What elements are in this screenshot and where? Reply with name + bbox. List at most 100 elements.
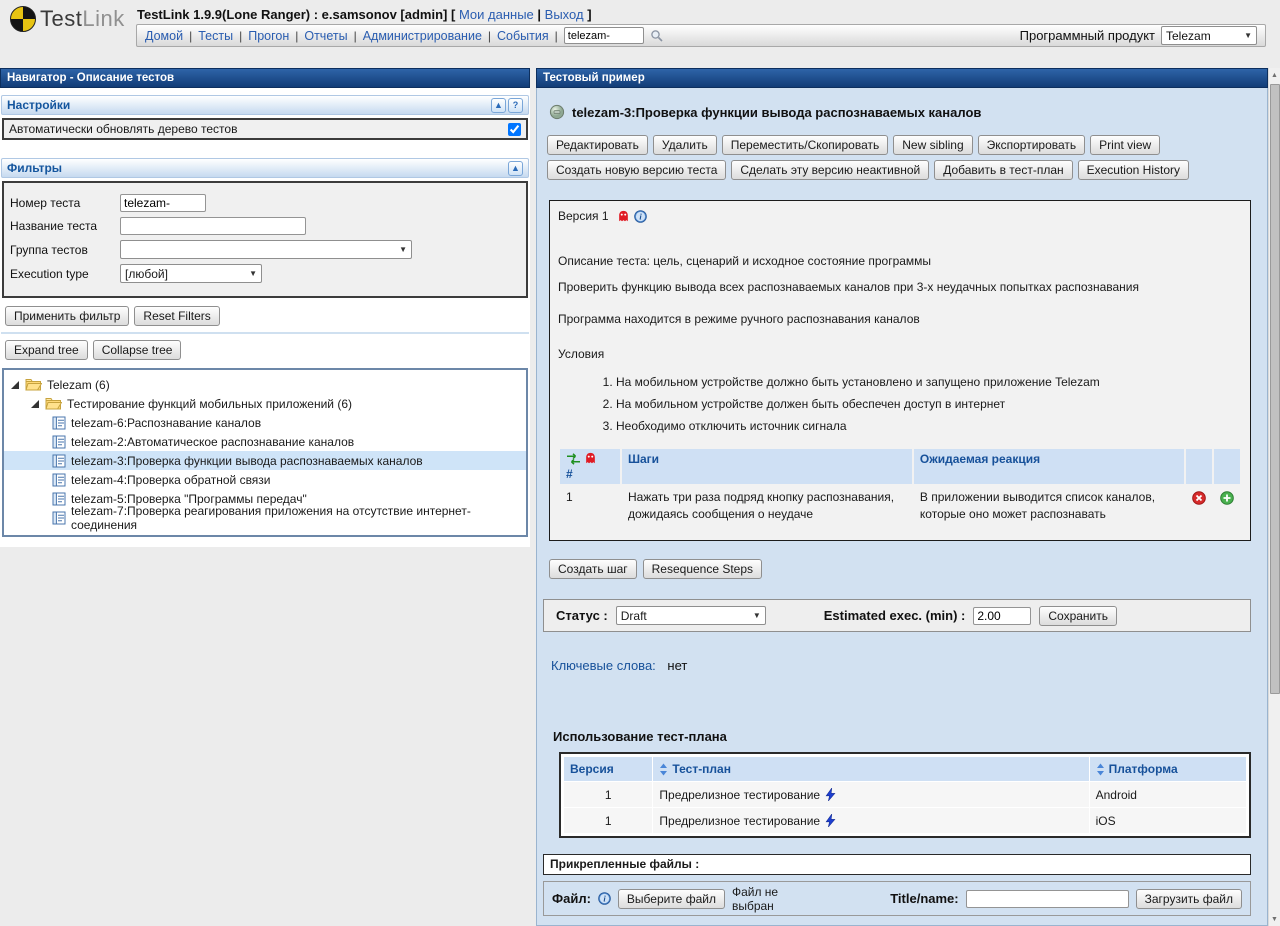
steps-col-steps-header: Шаги — [621, 449, 912, 484]
preconditions-heading: Условия — [558, 347, 605, 361]
execute-bolt-icon[interactable] — [825, 788, 836, 801]
main-navbar: Домой | Тесты | Прогон | Отчеты | Администри… — [136, 24, 1266, 47]
tree-node-testcase[interactable]: telezam-6:Распознавание каналов — [4, 413, 526, 432]
delete-step-icon[interactable] — [1192, 491, 1206, 505]
precondition-item: Необходимо отключить источник сигнала — [616, 415, 1242, 437]
testlink-logo: TestLink — [10, 6, 125, 32]
ghost-icon[interactable] — [617, 210, 630, 223]
nav-home[interactable]: Домой — [145, 29, 183, 43]
auto-update-checkbox[interactable] — [508, 122, 521, 136]
status-select[interactable]: Draft ▼ — [615, 606, 766, 625]
scroll-down-icon[interactable]: ▼ — [1269, 912, 1280, 926]
tree-expander-icon[interactable] — [11, 380, 19, 389]
estimated-exec-input[interactable] — [973, 606, 1032, 625]
usage-platform: iOS — [1089, 808, 1246, 833]
usage-platform: Android — [1089, 782, 1246, 807]
resequence-icon[interactable] — [566, 452, 581, 465]
no-file-text: Файл не выбран — [731, 884, 779, 913]
filter-testcase-name-label: Название теста — [10, 219, 98, 233]
filter-testcase-id-input[interactable] — [120, 194, 206, 212]
file-title-input[interactable] — [965, 889, 1129, 908]
scroll-up-icon[interactable]: ▲ — [1269, 68, 1280, 82]
tree-node-root[interactable]: Telezam (6) — [4, 375, 526, 394]
new-version-button[interactable]: Создать новую версию теста — [547, 160, 727, 180]
app-title-text: TestLink 1.9.9(Lone Ranger) : e.samsonov… — [137, 7, 456, 22]
choose-file-button[interactable]: Выберите файл — [617, 888, 725, 909]
attachments-title: Прикрепленные файлы : — [543, 854, 1251, 875]
nav-events[interactable]: События — [497, 29, 549, 43]
scrollbar-thumb[interactable] — [1270, 84, 1280, 694]
sort-icon[interactable] — [659, 763, 668, 776]
testcase-icon — [52, 473, 66, 486]
nav-administration[interactable]: Администрирование — [363, 29, 482, 43]
chevron-down-icon: ▼ — [399, 245, 407, 254]
steps-col-spacer — [1213, 449, 1240, 484]
usage-col-plan-header[interactable]: Тест-план — [653, 757, 1089, 781]
left-divider — [1, 332, 529, 334]
usage-row: 1 Предрелизное тестирование Android — [564, 782, 1246, 807]
resequence-steps-button[interactable]: Resequence Steps — [642, 559, 763, 579]
precondition-item: На мобильном устройстве должен быть обес… — [616, 393, 1242, 415]
summary-heading: Описание теста: цель, сценарий и исходно… — [558, 254, 932, 268]
tree-expander-icon[interactable] — [31, 399, 39, 408]
step-actions-text: Нажать три раза подряд кнопку распознава… — [627, 490, 895, 521]
logout-link[interactable]: Выход — [545, 7, 584, 22]
nav-execution[interactable]: Прогон — [248, 29, 289, 43]
nav-tests[interactable]: Тесты — [198, 29, 233, 43]
preconditions-list: На мобильном устройстве должно быть уста… — [558, 371, 1242, 437]
ghost-icon[interactable] — [584, 452, 597, 465]
save-button[interactable]: Сохранить — [1039, 605, 1118, 626]
product-select[interactable]: Telezam ▼ — [1161, 26, 1257, 45]
test-tree: Telezam (6) Тестирование функций мобильн… — [2, 368, 528, 537]
testcase-icon — [52, 416, 66, 429]
my-data-link[interactable]: Мои данные — [459, 7, 534, 22]
apply-filter-button[interactable]: Применить фильтр — [5, 306, 130, 326]
tree-node-testcase[interactable]: telezam-7:Проверка реагирования приложен… — [4, 504, 526, 532]
upload-file-button[interactable]: Загрузить файл — [1135, 888, 1242, 909]
status-label: Статус : — [556, 608, 608, 623]
export-button[interactable]: Экспортировать — [977, 135, 1086, 155]
auto-update-row: Автоматически обновлять дерево тестов — [2, 118, 528, 140]
reset-filters-button[interactable]: Reset Filters — [134, 306, 220, 326]
expand-tree-button[interactable]: Expand tree — [5, 340, 88, 360]
create-step-button[interactable]: Создать шаг — [549, 559, 637, 579]
deactivate-version-button[interactable]: Сделать эту версию неактивной — [731, 160, 930, 180]
testcase-title: telezam-3:Проверка функции вывода распоз… — [572, 104, 982, 120]
info-icon[interactable]: i — [598, 892, 611, 905]
usage-plan: Предрелизное тестирование — [653, 782, 1089, 807]
filter-testcase-name-input[interactable] — [120, 217, 306, 235]
filter-testsuite-select[interactable]: ▼ — [120, 240, 412, 259]
tree-node-testcase[interactable]: telezam-2:Автоматическое распознавание к… — [4, 432, 526, 451]
add-to-testplan-button[interactable]: Добавить в тест-план — [934, 160, 1073, 180]
move-copy-button[interactable]: Переместить/Скопировать — [721, 135, 889, 155]
search-icon[interactable] — [650, 29, 664, 43]
delete-button[interactable]: Удалить — [652, 135, 717, 155]
edit-button[interactable]: Редактировать — [547, 135, 648, 155]
tree-node-suite[interactable]: Тестирование функций мобильных приложени… — [4, 394, 526, 413]
info-icon[interactable]: i — [633, 209, 647, 223]
execute-bolt-icon[interactable] — [825, 814, 836, 827]
add-step-icon[interactable] — [1220, 491, 1234, 505]
filters-collapse-button[interactable]: ▲ — [508, 160, 523, 176]
print-view-button[interactable]: Print view — [1090, 135, 1161, 155]
search-input[interactable] — [563, 27, 644, 44]
testcase-panel-body: telezam-3:Проверка функции вывода распоз… — [536, 88, 1268, 926]
version-label: Версия 1 — [558, 209, 609, 223]
usage-col-version-header[interactable]: Версия — [564, 757, 653, 781]
filter-execution-type-select[interactable]: [любой] ▼ — [120, 264, 262, 283]
testplan-usage-title: Использование тест-плана — [553, 729, 727, 744]
sort-icon[interactable] — [1096, 763, 1105, 776]
summary-line2: Программа находится в режиме ручного рас… — [558, 312, 920, 326]
nav-reports[interactable]: Отчеты — [304, 29, 347, 43]
execution-history-button[interactable]: Execution History — [1077, 160, 1189, 180]
new-sibling-button[interactable]: New sibling — [893, 135, 973, 155]
tree-node-testcase-selected[interactable]: telezam-3:Проверка функции вывода распоз… — [4, 451, 526, 470]
tree-node-testcase[interactable]: telezam-4:Проверка обратной связи — [4, 470, 526, 489]
collapse-tree-button[interactable]: Collapse tree — [92, 340, 182, 360]
filters-section-header: Фильтры ▲ — [1, 158, 529, 178]
settings-collapse-button[interactable]: ▲ — [491, 97, 506, 113]
settings-help-button[interactable]: ? — [508, 97, 523, 113]
vertical-scrollbar[interactable]: ▲ ▼ — [1268, 68, 1280, 926]
usage-col-platform-header[interactable]: Платформа — [1089, 757, 1246, 781]
testcase-icon — [52, 435, 66, 448]
